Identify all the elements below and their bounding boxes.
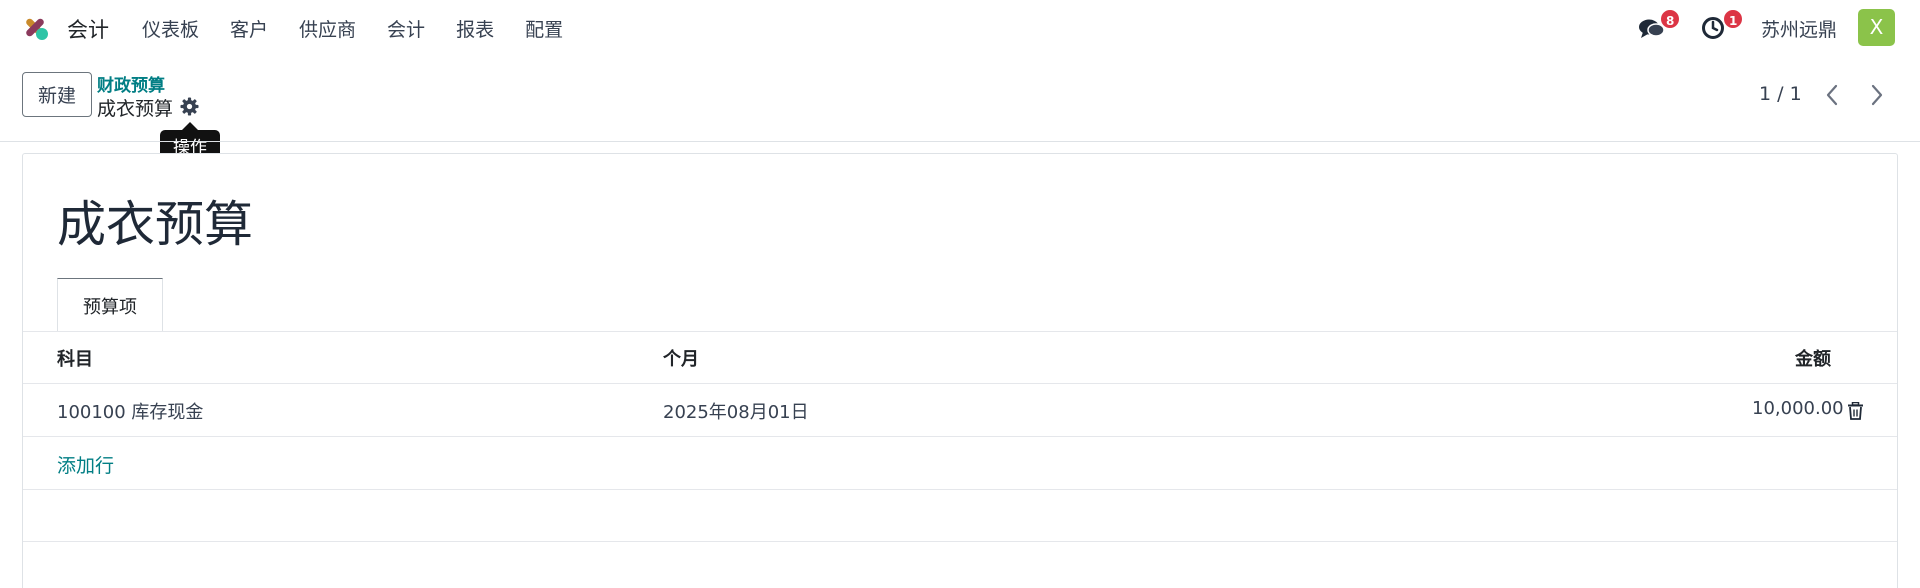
menu-item-reporting[interactable]: 报表 — [456, 15, 494, 42]
table-top-border — [23, 331, 1897, 332]
messages-button[interactable]: 8 — [1637, 8, 1682, 43]
chevron-left-icon[interactable] — [1818, 80, 1848, 110]
menu-item-customers[interactable]: 客户 — [230, 15, 268, 42]
cell-month[interactable]: 2025年08月01日 — [663, 398, 809, 424]
add-line-divider — [23, 489, 1897, 490]
activities-badge: 1 — [1722, 8, 1745, 30]
control-panel-divider — [0, 141, 1920, 142]
gear-icon[interactable] — [180, 97, 199, 116]
messages-badge: 8 — [1659, 8, 1682, 30]
breadcrumb-parent[interactable]: 财政预算 — [97, 71, 165, 96]
tab-budget-lines[interactable]: 预算项 — [57, 278, 163, 332]
top-navbar: 会计 仪表板 客户 供应商 会计 报表 配置 8 1 苏州远鼎 X — [0, 0, 1920, 54]
record-title[interactable]: 成衣预算 — [57, 185, 253, 256]
new-button[interactable]: 新建 — [22, 72, 92, 117]
company-switcher[interactable]: 苏州远鼎 — [1761, 15, 1837, 42]
app-logo-icon[interactable] — [22, 14, 52, 42]
app-name[interactable]: 会计 — [67, 14, 109, 44]
main-menu: 仪表板 客户 供应商 会计 报表 配置 — [142, 15, 594, 42]
menu-item-dashboard[interactable]: 仪表板 — [142, 15, 199, 42]
add-line-link[interactable]: 添加行 — [57, 451, 114, 478]
cell-amount[interactable]: 10,000.00 — [1752, 398, 1844, 419]
chevron-right-icon[interactable] — [1861, 80, 1891, 110]
menu-item-accounting[interactable]: 会计 — [387, 15, 425, 42]
column-header-amount[interactable]: 金额 — [1795, 345, 1831, 371]
cell-account[interactable]: 100100 库存现金 — [57, 398, 203, 424]
form-sheet — [22, 153, 1898, 588]
menu-item-configuration[interactable]: 配置 — [525, 15, 563, 42]
breadcrumb-current: 成衣预算 — [97, 98, 174, 120]
header-divider — [23, 383, 1897, 384]
menu-item-vendors[interactable]: 供应商 — [299, 15, 356, 42]
column-header-account[interactable]: 科目 — [57, 345, 93, 371]
pager-value[interactable]: 1 / 1 — [1759, 83, 1802, 105]
user-avatar[interactable]: X — [1858, 9, 1895, 46]
empty-row-divider — [23, 541, 1897, 542]
row-divider — [23, 436, 1897, 437]
column-header-month[interactable]: 个月 — [663, 345, 699, 371]
trash-icon[interactable] — [1847, 402, 1864, 420]
activities-button[interactable]: 1 — [1700, 8, 1745, 43]
